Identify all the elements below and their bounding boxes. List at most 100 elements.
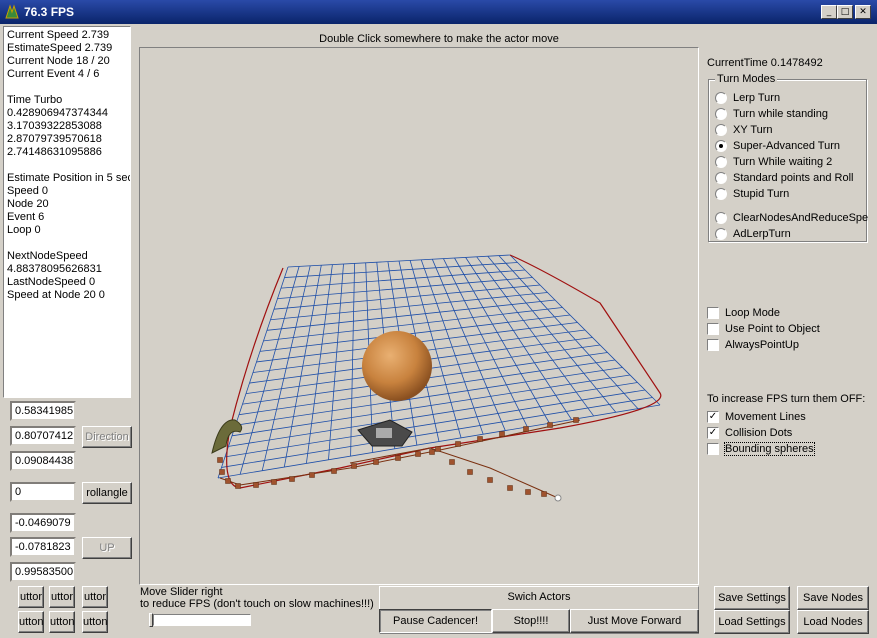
direction-x-field[interactable]: 0.58341985 [10, 401, 76, 421]
direction-y-field[interactable]: 0.80707412 [10, 426, 76, 446]
grid-line [217, 404, 661, 479]
pause-cadencer-button[interactable]: Pause Cadencer! [379, 609, 492, 633]
turn-mode-radio[interactable]: Super-Advanced Turn [715, 139, 840, 153]
info-line: NextNodeSpeed [7, 250, 88, 262]
up-y-field[interactable]: -0.0781823 [10, 537, 76, 557]
radio-circle-icon[interactable] [715, 124, 727, 136]
collision-dot [309, 472, 315, 478]
option-checkbox[interactable]: Loop Mode [707, 306, 780, 320]
info-line: Event 6 [7, 211, 45, 223]
roll-angle-button[interactable]: rollangle [82, 482, 132, 504]
direction-z-field[interactable]: 0.09084438 [10, 451, 76, 471]
option-checkbox[interactable]: ✓ Collision Dots [707, 426, 792, 440]
small-button-1[interactable]: uttor [18, 586, 44, 608]
info-line: LastNodeSpeed 0 [7, 276, 96, 288]
radio-circle-icon[interactable] [715, 108, 727, 120]
radio-circle-icon[interactable] [715, 140, 727, 152]
fps-slider[interactable] [149, 613, 254, 627]
collision-dot [225, 478, 231, 484]
info-line: 0.428906947374344 [7, 107, 108, 119]
info-panel[interactable]: Current Speed 2.739 EstimateSpeed 2.739 Cu… [3, 26, 131, 398]
roll-angle-field[interactable]: 0 [10, 482, 76, 502]
turn-mode-label: Super-Advanced Turn [733, 140, 841, 152]
collision-dot [351, 463, 357, 469]
grid-line [498, 255, 639, 409]
checkbox-icon[interactable] [707, 339, 719, 351]
checkbox-icon[interactable]: ✓ [707, 411, 719, 423]
radio-circle-icon[interactable] [715, 212, 727, 224]
collision-dot [331, 468, 337, 474]
up-button[interactable]: UP [82, 537, 132, 559]
up-z-field[interactable]: 0.99583500 [10, 562, 76, 582]
save-nodes-button[interactable]: Save Nodes [797, 586, 869, 610]
slider-thumb[interactable] [149, 613, 153, 627]
turn-mode-label: Stupid Turn [733, 188, 790, 200]
grid-line [509, 254, 661, 406]
turn-mode-label: Lerp Turn [733, 92, 781, 104]
option-checkbox[interactable]: AlwaysPointUp [707, 338, 799, 352]
info-line: Speed at Node 20 0 [7, 289, 105, 301]
info-line: Loop 0 [7, 224, 41, 236]
turn-mode-radio[interactable]: Standard points and Roll [715, 171, 853, 185]
option-checkbox[interactable]: ✓ Movement Lines [707, 410, 806, 424]
minimize-button[interactable]: _ [821, 5, 837, 19]
turn-mode-radio[interactable]: ClearNodesAndReduceSpe [715, 211, 868, 225]
collision-dot [477, 436, 483, 442]
small-button-6[interactable]: utton [82, 611, 108, 633]
scene-canvas[interactable] [140, 48, 698, 584]
collision-dot [373, 459, 379, 465]
checkbox-label: AlwaysPointUp [725, 339, 799, 351]
info-line: Node 20 [7, 198, 49, 210]
radio-circle-icon[interactable] [715, 228, 727, 240]
radio-circle-icon[interactable] [715, 156, 727, 168]
load-settings-button[interactable]: Load Settings [714, 610, 790, 634]
direction-button[interactable]: Direction [82, 426, 132, 448]
collision-dot [455, 441, 461, 447]
just-move-forward-button[interactable]: Just Move Forward [570, 609, 699, 633]
radio-circle-icon[interactable] [715, 92, 727, 104]
fps-hint-label: To increase FPS turn them OFF: [707, 393, 866, 405]
maximize-button[interactable]: □ [837, 5, 853, 19]
stop-button[interactable]: Stop!!!! [492, 609, 570, 633]
small-button-5[interactable]: utton [49, 611, 75, 633]
radio-circle-icon[interactable] [715, 172, 727, 184]
slider-track[interactable] [153, 614, 251, 626]
option-checkbox[interactable]: Use Point to Object [707, 322, 820, 336]
turn-mode-radio[interactable]: AdLerpTurn [715, 227, 791, 241]
option-checkbox[interactable]: Bounding spheres [707, 442, 815, 456]
collision-dot [507, 485, 513, 491]
target-marker [554, 494, 562, 502]
save-settings-button[interactable]: Save Settings [714, 586, 790, 610]
turn-mode-label: Standard points and Roll [733, 172, 854, 184]
up-x-field[interactable]: -0.0469079 [10, 513, 76, 533]
turn-mode-radio[interactable]: Turn While waiting 2 [715, 155, 832, 169]
turn-mode-radio[interactable]: XY Turn [715, 123, 773, 137]
close-button[interactable]: ✕ [855, 5, 871, 19]
window-title: 76.3 FPS [24, 5, 75, 19]
info-line: 3.17039322853088 [7, 120, 102, 132]
small-button-2[interactable]: uttor [49, 586, 75, 608]
small-button-4[interactable]: utton [18, 611, 44, 633]
turn-mode-radio[interactable]: Stupid Turn [715, 187, 789, 201]
turn-mode-radio[interactable]: Turn while standing [715, 107, 828, 121]
checkbox-label: Use Point to Object [725, 323, 820, 335]
slider-hint-line1: Move Slider right [140, 586, 223, 598]
checkbox-icon[interactable] [707, 307, 719, 319]
grid-line [228, 382, 638, 447]
collision-dot [253, 482, 259, 488]
viewport-hint: Double Click somewhere to make the actor… [319, 33, 559, 45]
turn-mode-radio[interactable]: Lerp Turn [715, 91, 780, 105]
scene-viewport[interactable] [139, 47, 699, 585]
load-nodes-button[interactable]: Load Nodes [797, 610, 869, 634]
info-line [7, 237, 127, 250]
checkbox-icon[interactable] [707, 323, 719, 335]
radio-circle-icon[interactable] [715, 188, 727, 200]
collision-dot [217, 457, 223, 463]
checkbox-label: Movement Lines [725, 411, 806, 423]
app-icon [5, 4, 19, 19]
floor-grid [217, 254, 661, 479]
checkbox-icon[interactable] [707, 443, 719, 455]
info-line: Current Event 4 / 6 [7, 68, 100, 80]
small-button-3[interactable]: uttor [82, 586, 108, 608]
checkbox-icon[interactable]: ✓ [707, 427, 719, 439]
